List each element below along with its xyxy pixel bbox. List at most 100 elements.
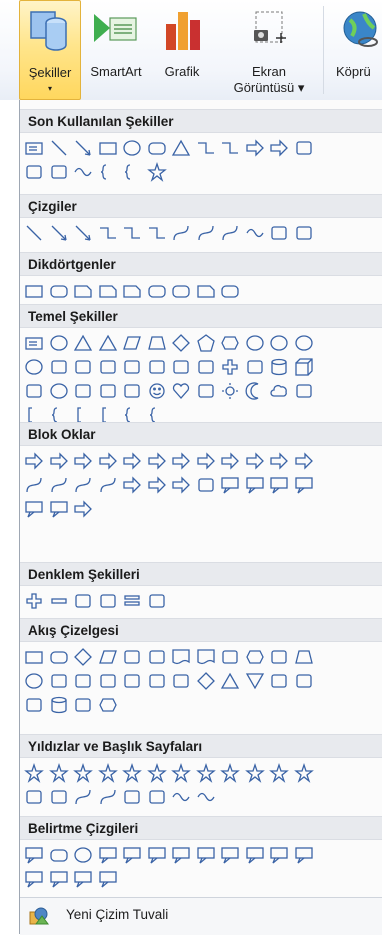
shape-arc-icon[interactable]: [47, 160, 72, 184]
shape-elbow-icon[interactable]: [194, 136, 219, 160]
shape-summing-icon[interactable]: [120, 669, 145, 693]
shape-chord-icon[interactable]: [71, 355, 96, 379]
shape-star24-icon[interactable]: [267, 761, 292, 785]
shape-heart-icon[interactable]: [169, 379, 194, 403]
shape-left-arrow-icon[interactable]: [47, 449, 72, 473]
shape-bent-up-arrow-icon[interactable]: [292, 449, 317, 473]
shape-arrow-line-icon[interactable]: [71, 136, 96, 160]
shape-freeform-icon[interactable]: [22, 160, 47, 184]
shape-divide-icon[interactable]: [96, 589, 121, 613]
shape-direct-access-icon[interactable]: [71, 693, 96, 717]
shape-magnetic-disk-icon[interactable]: [47, 693, 72, 717]
shape-diamond-icon[interactable]: [169, 331, 194, 355]
shape-left-brace-icon[interactable]: [96, 160, 121, 184]
shape-line-icon[interactable]: [47, 136, 72, 160]
shape-moon-icon[interactable]: [243, 379, 268, 403]
shape-star5-icon[interactable]: [96, 761, 121, 785]
shape-plus-icon[interactable]: [22, 589, 47, 613]
shape-up-down-arrow-icon[interactable]: [145, 449, 170, 473]
shape-curved-down-arrow-icon[interactable]: [96, 473, 121, 497]
shape-stored-data-icon[interactable]: [267, 669, 292, 693]
shape-round-diag-icon[interactable]: [218, 279, 243, 303]
shape-star10-icon[interactable]: [194, 761, 219, 785]
shape-star5-icon[interactable]: [145, 160, 170, 184]
shapes-button[interactable]: Şekiller ▾: [19, 0, 81, 100]
shape-folded-corner-icon[interactable]: [120, 379, 145, 403]
shape-curved-left-arrow-icon[interactable]: [47, 473, 72, 497]
shape-snip-round-icon[interactable]: [120, 279, 145, 303]
shape-process-icon[interactable]: [22, 645, 47, 669]
shape-ribbon-down-icon[interactable]: [47, 785, 72, 809]
shape-curved-ribbon-up-icon[interactable]: [71, 785, 96, 809]
shape-flowchart-tape-icon[interactable]: [292, 136, 317, 160]
shape-star8-icon[interactable]: [169, 761, 194, 785]
shape-frame-icon[interactable]: [120, 355, 145, 379]
shape-arc-icon[interactable]: [292, 379, 317, 403]
shape-up-callout-icon[interactable]: [292, 473, 317, 497]
shape-cloud-icon[interactable]: [267, 379, 292, 403]
shape-circle8-icon[interactable]: [267, 331, 292, 355]
shape-card-icon[interactable]: [71, 669, 96, 693]
shape-star12-icon[interactable]: [218, 761, 243, 785]
shape-extract-icon[interactable]: [218, 669, 243, 693]
shape-punched-tape-icon[interactable]: [96, 669, 121, 693]
shape-down-arrow-icon[interactable]: [267, 136, 292, 160]
shape-rect-icon[interactable]: [96, 136, 121, 160]
shape-freeform-icon[interactable]: [292, 221, 317, 245]
shape-chevron-icon[interactable]: [194, 473, 219, 497]
shape-elbow-icon[interactable]: [96, 221, 121, 245]
shape-ribbon-up-icon[interactable]: [22, 785, 47, 809]
screenshot-button[interactable]: Ekran Görüntüsü ▾: [222, 0, 316, 100]
shape-wave-icon[interactable]: [71, 160, 96, 184]
shape-right-callout-icon[interactable]: [218, 473, 243, 497]
shape-manual-op-icon[interactable]: [292, 645, 317, 669]
shape-rounded-rect-icon[interactable]: [145, 136, 170, 160]
shape-parallelogram-icon[interactable]: [120, 331, 145, 355]
shape-rounded-rect-icon[interactable]: [47, 279, 72, 303]
shape-ellipse-icon[interactable]: [47, 331, 72, 355]
shape-curved-up-arrow-icon[interactable]: [71, 473, 96, 497]
shape-arrow-line-icon[interactable]: [47, 221, 72, 245]
shape-snip1-icon[interactable]: [71, 279, 96, 303]
shape-curve-icon[interactable]: [169, 221, 194, 245]
shape-predefined-icon[interactable]: [120, 645, 145, 669]
shape-triangle-icon[interactable]: [71, 331, 96, 355]
shape-u-turn-arrow-icon[interactable]: [243, 449, 268, 473]
shape-trapezoid-icon[interactable]: [145, 331, 170, 355]
shape-line-callout2-accent-border-icon[interactable]: [71, 867, 96, 891]
shape-triangle-icon[interactable]: [169, 136, 194, 160]
shape-terminator-icon[interactable]: [218, 645, 243, 669]
shape-left-right-arrow-icon[interactable]: [120, 449, 145, 473]
shape-pentagon-icon[interactable]: [194, 331, 219, 355]
shape-l-shape-icon[interactable]: [169, 355, 194, 379]
shape-sort-icon[interactable]: [194, 669, 219, 693]
shape-left-up-arrow-icon[interactable]: [267, 449, 292, 473]
shape-delay-icon[interactable]: [292, 669, 317, 693]
shape-alt-process-icon[interactable]: [47, 645, 72, 669]
shape-connector-icon[interactable]: [22, 669, 47, 693]
shape-hexagon-icon[interactable]: [218, 331, 243, 355]
shape-snip2-icon[interactable]: [96, 279, 121, 303]
shape-collate-icon[interactable]: [169, 669, 194, 693]
shape-star16-icon[interactable]: [243, 761, 268, 785]
shape-bent-arrow-icon[interactable]: [218, 449, 243, 473]
shape-manual-input-icon[interactable]: [267, 645, 292, 669]
shape-right-triangle-icon[interactable]: [96, 331, 121, 355]
shape-elbow-arrow-icon[interactable]: [218, 136, 243, 160]
shape-textbox-icon[interactable]: [22, 136, 47, 160]
shape-curved-right-arrow-icon[interactable]: [22, 473, 47, 497]
shape-down-arrow-icon[interactable]: [96, 449, 121, 473]
shape-line-callout2-icon[interactable]: [145, 843, 170, 867]
shape-cloud-callout-icon[interactable]: [96, 843, 121, 867]
shape-line-callout2-accent-icon[interactable]: [218, 843, 243, 867]
shape-horizontal-scroll-icon[interactable]: [145, 785, 170, 809]
shape-textbox-icon[interactable]: [22, 331, 47, 355]
shape-left-right-up-arrow-icon[interactable]: [194, 449, 219, 473]
shape-quad-arrow-icon[interactable]: [169, 449, 194, 473]
shape-oval-callout-icon[interactable]: [71, 843, 96, 867]
shape-quad-callout-icon[interactable]: [47, 497, 72, 521]
shape-round1-icon[interactable]: [145, 279, 170, 303]
shape-circular-arrow-icon[interactable]: [71, 497, 96, 521]
shape-line-callout1-accent-icon[interactable]: [194, 843, 219, 867]
shape-line-callout1-border-icon[interactable]: [267, 843, 292, 867]
